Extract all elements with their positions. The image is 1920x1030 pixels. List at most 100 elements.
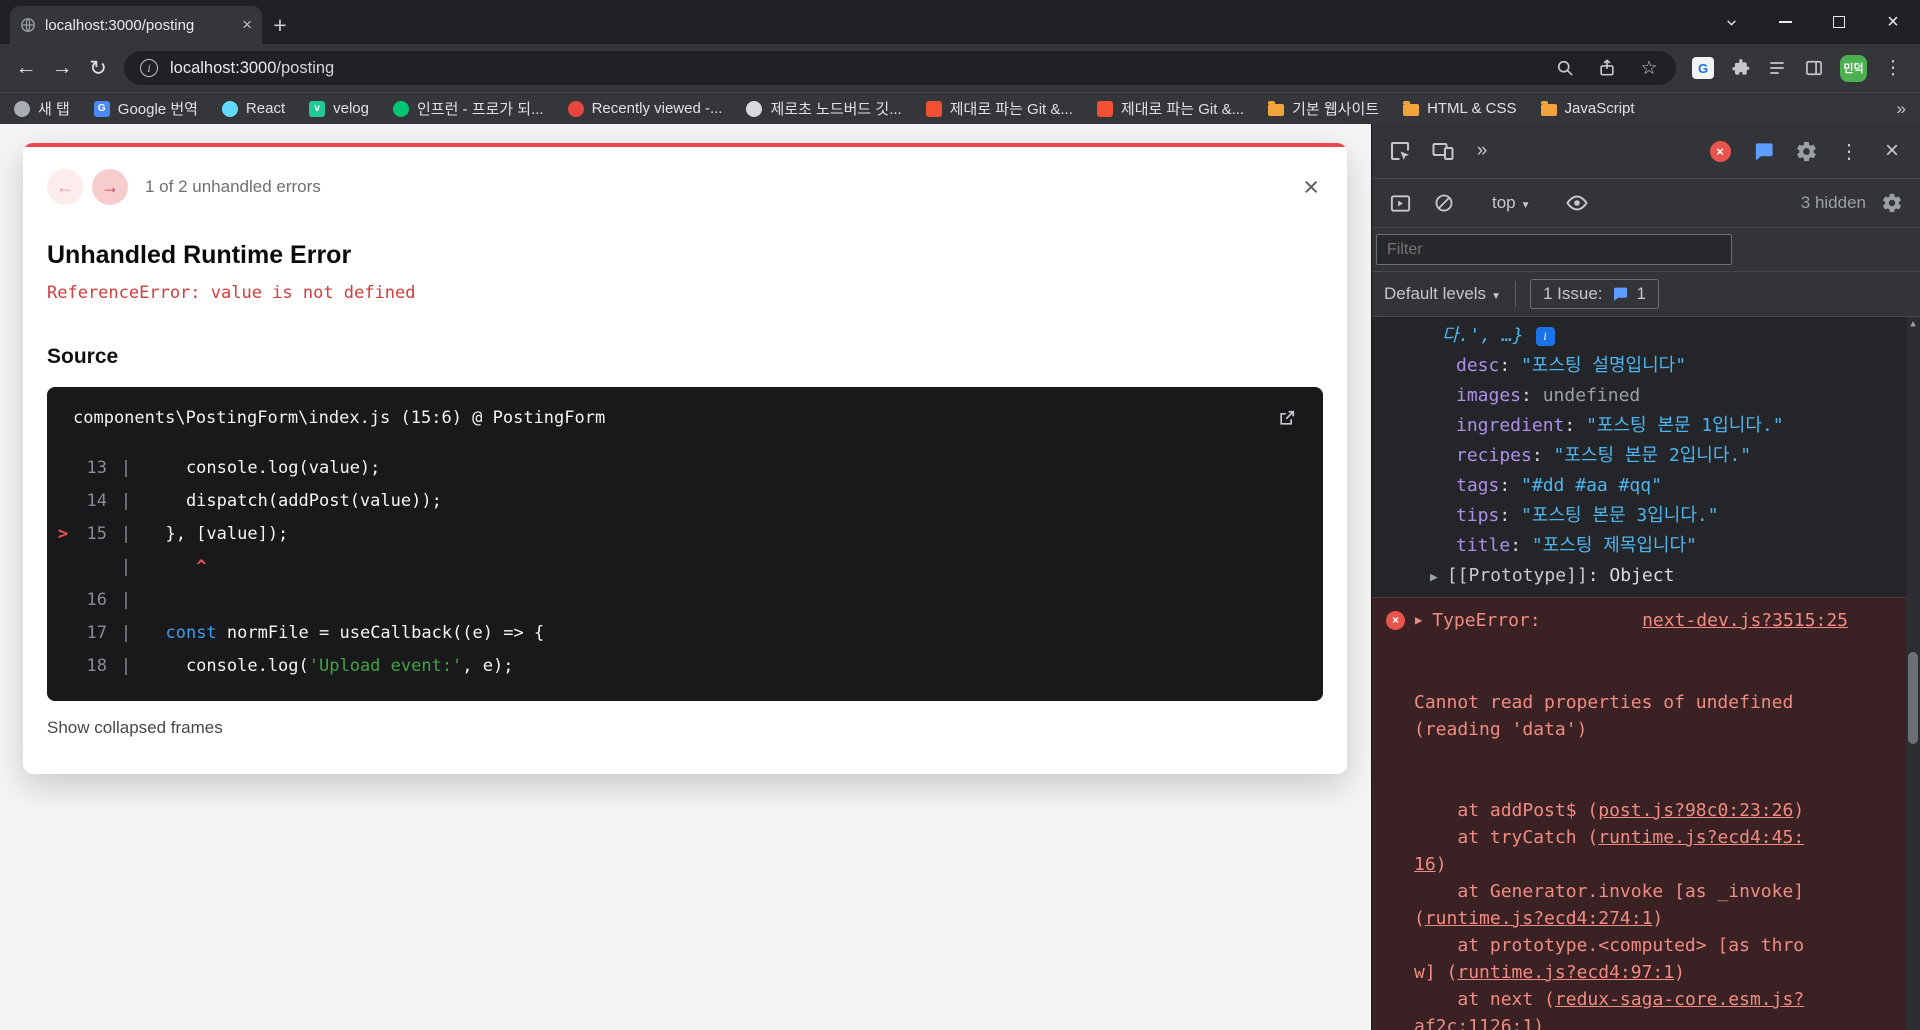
tab-close-icon[interactable]: × [242, 15, 252, 35]
bookmark-item[interactable]: 제로초 노드버드 깃... [746, 98, 902, 119]
console-property-row[interactable]: images: undefined [1372, 381, 1920, 411]
scrollbar-up-icon[interactable]: ▲ [1906, 319, 1920, 329]
bookmark-item[interactable]: Recently viewed -... [567, 100, 722, 117]
console-sidebar-icon[interactable] [1382, 185, 1418, 221]
overlay-close-icon[interactable]: × [1303, 173, 1319, 201]
console-property-row[interactable]: desc: "포스팅 설명입니다" [1372, 351, 1920, 381]
live-expression-eye-icon[interactable] [1559, 185, 1595, 221]
bookmark-item[interactable]: HTML & CSS [1403, 100, 1517, 117]
window-close-button[interactable]: × [1866, 0, 1920, 44]
console-output: 다.', …} i desc: "포스팅 설명입니다" images: undefi… [1372, 317, 1920, 1030]
log-levels-selector[interactable]: Default levels ▼ [1384, 284, 1501, 304]
code-token: const [165, 623, 217, 643]
window-maximize-button[interactable] [1812, 0, 1866, 44]
toolbar-divider [1514, 281, 1516, 307]
bookmark-item[interactable]: 기본 웹사이트 [1268, 98, 1379, 119]
back-button[interactable]: ← [8, 50, 44, 86]
error-expand-icon[interactable]: ▶ [1415, 606, 1422, 635]
code-line-marker [47, 452, 79, 485]
side-panel-icon[interactable] [1803, 57, 1825, 79]
previous-error-button[interactable]: ← [47, 169, 83, 205]
bookmark-item[interactable]: 제대로 파는 Git &... [925, 98, 1073, 119]
issue-count: 1 [1636, 284, 1646, 303]
property-value: "포스팅 본문 3입니다." [1521, 505, 1719, 526]
code-line-content: }, [value]); [145, 518, 288, 551]
console-property-row[interactable]: recipes: "포스팅 본문 2입니다." [1372, 441, 1920, 471]
devtools-settings-gear-icon[interactable] [1788, 133, 1824, 169]
browser-menu-kebab-icon[interactable]: ⋮ [1882, 57, 1904, 79]
profile-avatar[interactable]: 민덕 [1840, 54, 1867, 82]
stack-frame-link[interactable]: runtime.js?ecd4:97:1 [1457, 962, 1674, 983]
console-property-row[interactable]: tags: "#dd #aa #qq" [1372, 471, 1920, 501]
console-property-row[interactable]: ingredient: "포스팅 본문 1입니다." [1372, 411, 1920, 441]
clear-console-icon[interactable] [1426, 185, 1462, 221]
error-count-badge[interactable]: × [1702, 133, 1738, 169]
bookmarks-overflow-icon[interactable]: » [1897, 99, 1906, 119]
tab-title: localhost:3000/posting [45, 16, 195, 34]
window-controls: × [1704, 0, 1920, 44]
bookmark-item[interactable]: 제대로 파는 Git &... [1096, 98, 1244, 119]
code-line-number: 13 [86, 458, 107, 478]
error-stack: at addPost$ (post.js?98c0:23:26) at tryC… [1414, 797, 1810, 1030]
scrollbar-thumb[interactable] [1908, 652, 1918, 744]
extensions-puzzle-icon[interactable] [1729, 57, 1751, 79]
reading-list-icon[interactable] [1766, 57, 1788, 79]
bookmark-label: 기본 웹사이트 [1292, 101, 1380, 118]
bookmark-item[interactable]: G Google 번역 [93, 98, 198, 119]
console-settings-gear-icon[interactable] [1874, 185, 1910, 221]
issues-message-icon[interactable] [1745, 133, 1781, 169]
address-bar[interactable]: i localhost:3000/posting ☆ [124, 51, 1676, 85]
code-line: 16 | [47, 584, 1323, 617]
hidden-messages-label[interactable]: 3 hidden [1801, 193, 1866, 213]
device-toolbar-icon[interactable] [1425, 133, 1461, 169]
browser-tab[interactable]: localhost:3000/posting × [10, 6, 262, 44]
bookmark-item[interactable]: v velog [309, 100, 369, 117]
console-property-row[interactable]: tips: "포스팅 본문 3입니다." [1372, 501, 1920, 531]
bookmark-star-icon[interactable]: ☆ [1638, 57, 1660, 79]
next-error-button[interactable]: → [92, 169, 128, 205]
code-frame-filename: components\PostingForm\index.js (15:6) @… [73, 408, 606, 428]
zoom-icon[interactable] [1554, 57, 1576, 79]
code-line-content: console.log(value); [145, 452, 380, 485]
open-in-editor-icon[interactable] [1277, 408, 1297, 428]
forward-button[interactable]: → [44, 50, 80, 86]
share-icon[interactable] [1596, 57, 1618, 79]
console-context-selector[interactable]: top ▼ [1492, 193, 1531, 213]
property-colon: : [1521, 385, 1543, 406]
prototype-row[interactable]: ▶ [[Prototype]]: Object [1372, 561, 1920, 593]
reload-button[interactable]: ↻ [80, 50, 116, 86]
bookmark-item[interactable]: 인프런 - 프로가 되... [392, 98, 544, 119]
console-error-x-icon: × [1386, 611, 1405, 630]
error-entry-body: Cannot read properties of undefined (rea… [1386, 635, 1810, 1030]
stack-frame: at addPost$ (post.js?98c0:23:26) [1414, 797, 1810, 824]
translate-extension-icon[interactable]: G [1692, 57, 1714, 79]
bookmark-item[interactable]: React [221, 100, 285, 117]
devtools-menu-kebab-icon[interactable]: ⋮ [1831, 133, 1867, 169]
code-line-number: 15 [86, 524, 107, 544]
site-info-icon[interactable]: i [140, 59, 158, 77]
show-collapsed-frames-link[interactable]: Show collapsed frames [47, 718, 223, 738]
tab-search-chevron-icon[interactable] [1704, 0, 1758, 44]
console-filter-input[interactable] [1376, 234, 1732, 265]
console-property-row[interactable]: title: "포스팅 제목입니다" [1372, 531, 1920, 561]
stack-frame-link[interactable]: post.js?98c0:23:26 [1598, 800, 1793, 821]
inspect-element-icon[interactable] [1382, 133, 1418, 169]
error-overlay-body: ← → 1 of 2 unhandled errors × Unhandled … [23, 147, 1347, 738]
error-source-link[interactable]: next-dev.js?3515:25 [1642, 606, 1848, 635]
devtools-close-icon[interactable]: × [1874, 133, 1910, 169]
window-minimize-button[interactable] [1758, 0, 1812, 44]
issues-counter-chip[interactable]: 1 Issue: 1 [1529, 279, 1659, 309]
runtime-error-overlay: ← → 1 of 2 unhandled errors × Unhandled … [23, 143, 1347, 774]
bookmark-item[interactable]: JavaScript [1540, 100, 1635, 117]
truncated-log-line[interactable]: 다.', …} i [1372, 321, 1920, 351]
property-colon: : [1499, 505, 1522, 526]
prototype-expand-icon[interactable]: ▶ [1430, 570, 1438, 585]
new-tab-button[interactable]: + [262, 8, 298, 42]
bookmark-item[interactable]: 새 탭 [14, 98, 70, 119]
stack-frame-text: ) [1793, 800, 1805, 821]
stack-frame-link[interactable]: runtime.js?ecd4:274:1 [1425, 908, 1653, 929]
more-panels-icon[interactable]: » [1468, 140, 1496, 162]
console-scrollbar[interactable]: ▲ [1906, 317, 1920, 1030]
bookmarks-list: 새 탭 G Google 번역 React v velog 인프런 - 프로가 되... Re… [14, 98, 1635, 119]
